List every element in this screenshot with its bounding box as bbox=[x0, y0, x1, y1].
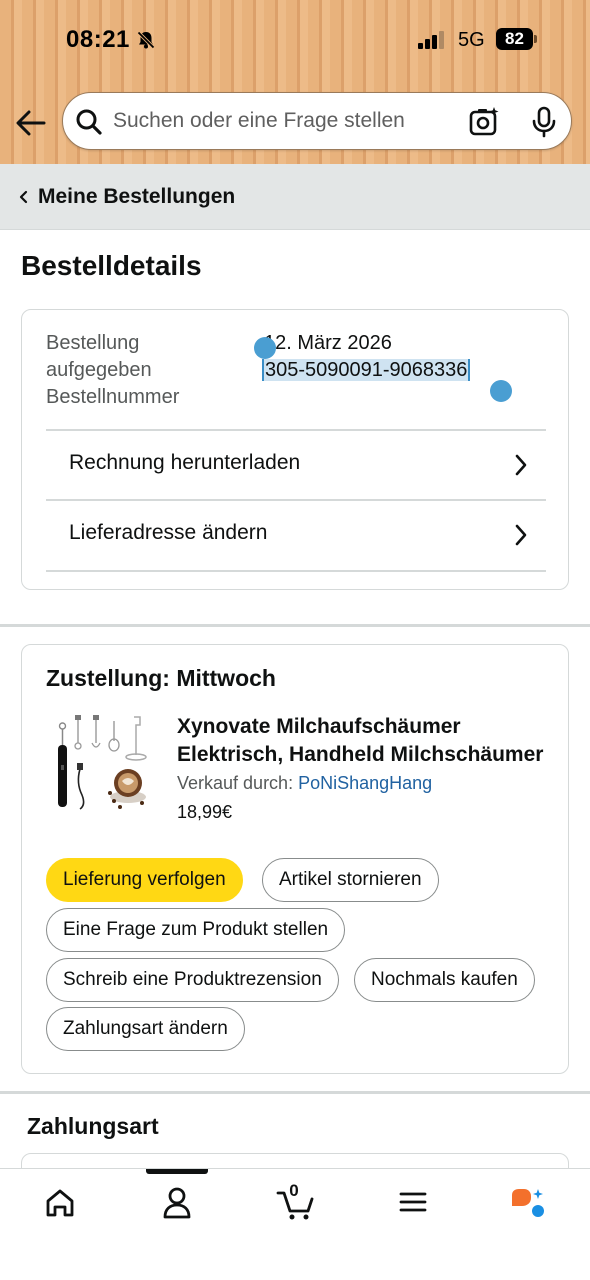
battery-tip bbox=[534, 35, 537, 43]
back-arrow-icon[interactable] bbox=[14, 106, 48, 140]
search-icon bbox=[76, 109, 102, 135]
delivery-card: Zustellung: Mittwoch Xynovate Milchaufsc bbox=[21, 644, 569, 1074]
status-bar: 08:21 5G 82 bbox=[0, 0, 590, 80]
product-title[interactable]: Xynovate Milchaufschäumer Elektrisch, Ha… bbox=[177, 713, 547, 769]
active-tab-indicator bbox=[146, 1169, 208, 1174]
section-divider bbox=[0, 1091, 590, 1094]
order-info-card: Bestellung aufgegeben Bestellnummer 12. … bbox=[21, 309, 569, 590]
label-order-number: Bestellnummer bbox=[46, 386, 180, 408]
chevron-right-icon bbox=[515, 524, 527, 546]
camera-lens-icon[interactable] bbox=[467, 105, 501, 139]
write-review-button[interactable]: Schreib eine Produktrezension bbox=[46, 958, 339, 1002]
cart-count-badge: 0 bbox=[289, 1181, 299, 1200]
nav-account[interactable] bbox=[147, 1183, 207, 1223]
order-date: 12. März 2026 bbox=[264, 332, 392, 354]
battery-icon: 82 bbox=[496, 28, 538, 50]
change-address-row[interactable]: Lieferadresse ändern bbox=[46, 501, 546, 569]
selection-handle-start[interactable] bbox=[254, 337, 276, 359]
home-icon bbox=[46, 1189, 74, 1217]
product-price: 18,99€ bbox=[177, 802, 233, 822]
change-address-label: Lieferadresse ändern bbox=[69, 521, 268, 544]
status-time: 08:21 bbox=[66, 26, 130, 53]
download-invoice-label: Rechnung herunterladen bbox=[69, 451, 301, 474]
search-bar[interactable] bbox=[62, 92, 572, 150]
network-type: 5G bbox=[458, 29, 485, 51]
seller-line: Verkauf durch: PoNiShangHang bbox=[177, 773, 432, 794]
order-values: 12. März 2026 305-5090091-9068336 bbox=[262, 330, 471, 384]
nav-menu[interactable] bbox=[383, 1183, 443, 1223]
seller-link[interactable]: PoNiShangHang bbox=[298, 773, 432, 793]
ask-product-question-button[interactable]: Eine Frage zum Produkt stellen bbox=[46, 908, 346, 952]
track-package-button[interactable]: Lieferung verfolgen bbox=[46, 858, 243, 902]
chevron-left-icon bbox=[19, 190, 28, 204]
bottom-nav: 0 bbox=[0, 1168, 590, 1280]
breadcrumb[interactable]: Meine Bestellungen bbox=[0, 164, 590, 230]
search-input[interactable] bbox=[113, 93, 463, 149]
ai-assistant-icon bbox=[512, 1189, 544, 1217]
app-header: 08:21 5G 82 bbox=[0, 0, 590, 164]
order-labels: Bestellung aufgegeben Bestellnummer bbox=[46, 330, 179, 411]
bell-muted-icon bbox=[137, 31, 155, 49]
nav-rufus[interactable] bbox=[500, 1183, 560, 1223]
order-number-selected[interactable]: 305-5090091-9068336 bbox=[262, 359, 471, 381]
label-order-placed-line2: aufgegeben bbox=[46, 359, 152, 381]
delivery-title: Zustellung: Mittwoch bbox=[46, 665, 276, 691]
cancel-item-button[interactable]: Artikel stornieren bbox=[262, 858, 439, 902]
breadcrumb-label[interactable]: Meine Bestellungen bbox=[38, 185, 235, 209]
battery-level: 82 bbox=[496, 28, 533, 50]
signal-icon bbox=[418, 31, 444, 49]
label-order-placed-line1: Bestellung bbox=[46, 332, 140, 354]
nav-cart[interactable]: 0 bbox=[266, 1181, 326, 1223]
hamburger-menu-icon bbox=[399, 1192, 427, 1212]
buy-again-button[interactable]: Nochmals kaufen bbox=[354, 958, 535, 1002]
seller-prefix: Verkauf durch: bbox=[177, 773, 299, 793]
divider bbox=[46, 570, 546, 572]
microphone-icon[interactable] bbox=[527, 105, 561, 139]
section-divider bbox=[0, 624, 590, 627]
download-invoice-row[interactable]: Rechnung herunterladen bbox=[46, 431, 546, 499]
selection-handle-end[interactable] bbox=[490, 380, 512, 402]
change-payment-button[interactable]: Zahlungsart ändern bbox=[46, 1007, 245, 1051]
user-icon bbox=[163, 1187, 191, 1219]
nav-home[interactable] bbox=[30, 1183, 90, 1223]
payment-section-title: Zahlungsart bbox=[27, 1113, 159, 1139]
page-title: Bestelldetails bbox=[21, 250, 202, 281]
chevron-right-icon bbox=[515, 454, 527, 476]
product-image[interactable] bbox=[50, 713, 152, 817]
